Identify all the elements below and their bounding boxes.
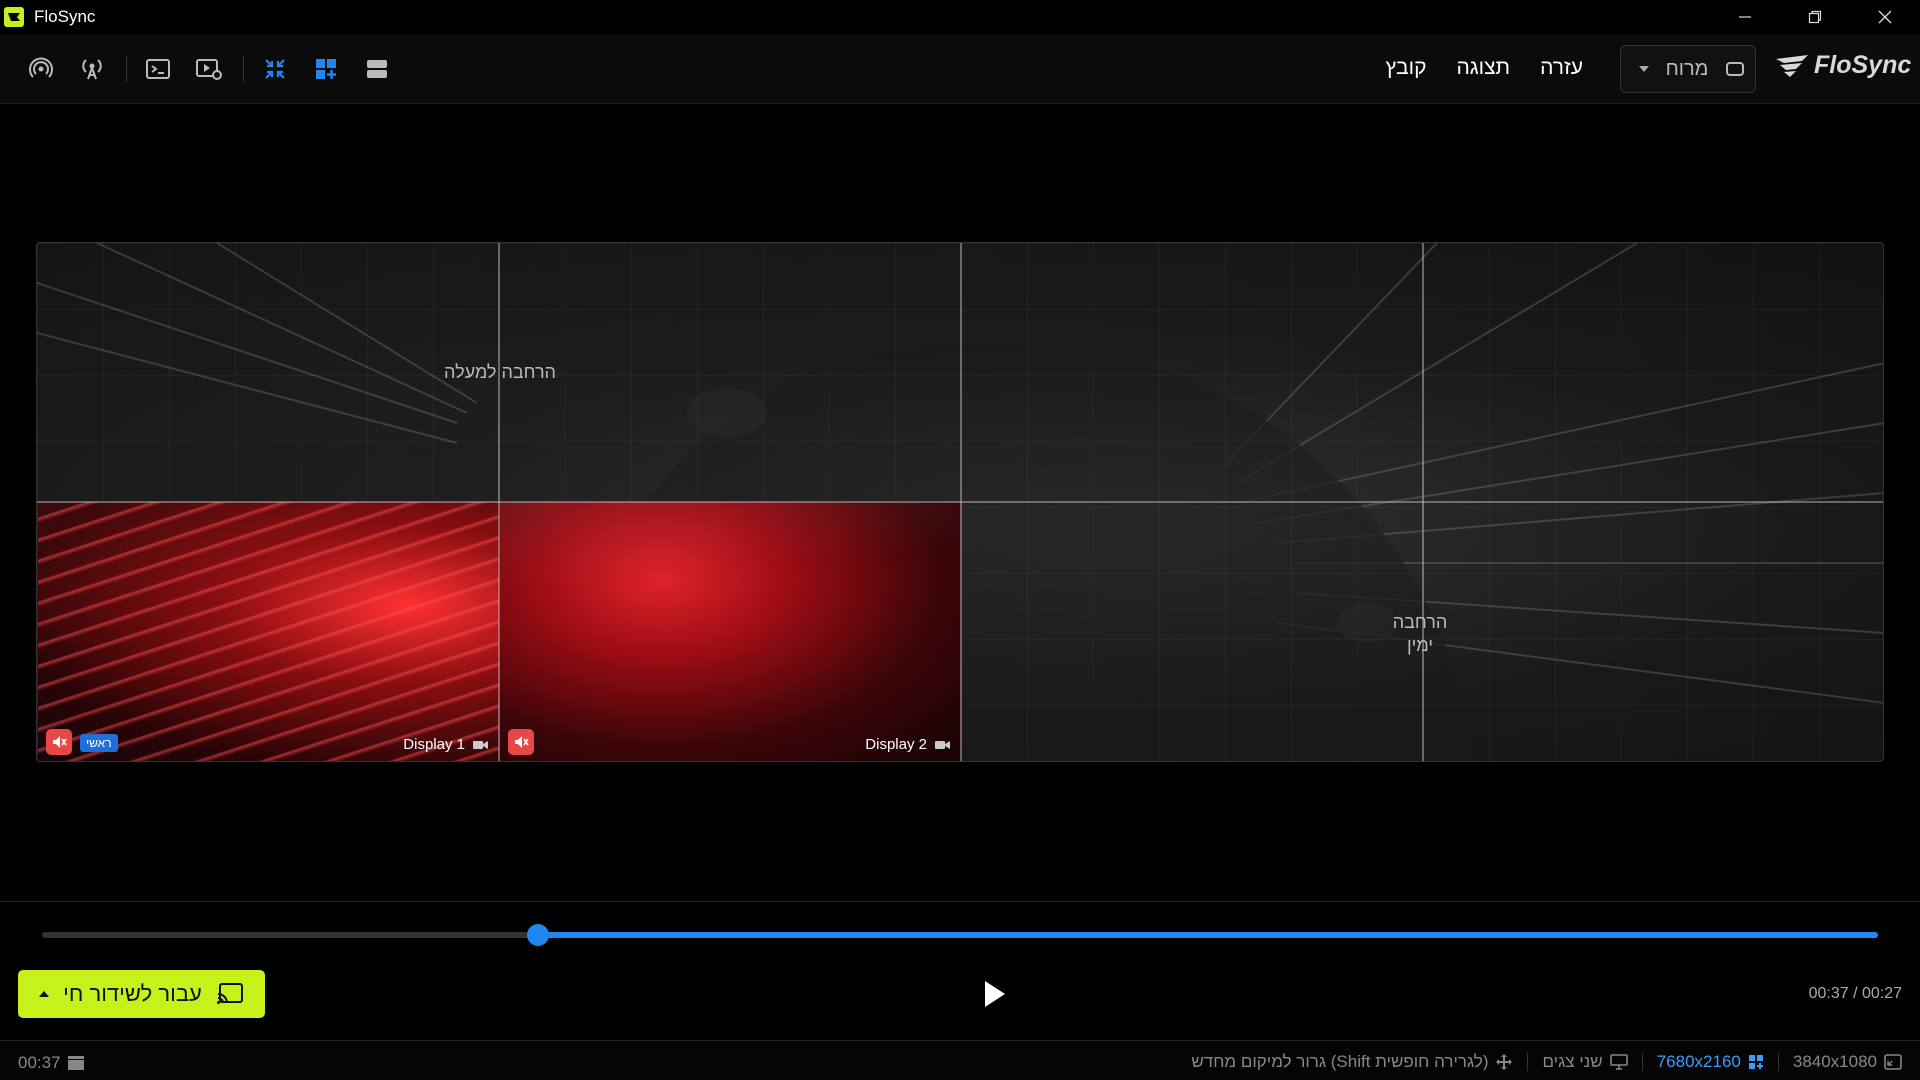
divider xyxy=(1641,1053,1643,1071)
grid-add-icon[interactable] xyxy=(305,48,347,90)
muted-icon[interactable] xyxy=(46,729,72,755)
menu-bar: קובץ תצוגה עזרה xyxy=(1385,56,1583,80)
main-toolbar: קובץ תצוגה עזרה מרוח FloSync xyxy=(0,34,1920,104)
menu-help[interactable]: עזרה xyxy=(1540,56,1583,80)
status-bar: 00:37 גרור למיקום מחדש (Shift לגרירה חופ… xyxy=(0,1040,1920,1080)
mode-select-value: מרוח xyxy=(1665,57,1709,80)
time-display: 00:37 / 00:27 xyxy=(1808,985,1902,1002)
move-icon xyxy=(1496,1054,1513,1070)
chevron-up-icon[interactable] xyxy=(39,991,50,997)
play-button[interactable] xyxy=(978,978,1010,1010)
mode-select[interactable]: מרוח xyxy=(1620,45,1756,93)
toolbar-divider xyxy=(243,56,244,82)
canvas-resolution-text: 7680x2160 xyxy=(1656,1052,1741,1071)
drag-hint-text: גרור למיקום מחדש (Shift לגרירה חופשית) xyxy=(1191,1052,1489,1071)
close-button[interactable] xyxy=(1850,0,1920,34)
seek-bar-fill xyxy=(537,932,1878,938)
display-resolution: 3840x1080 xyxy=(1793,1052,1902,1072)
window-title: FloSync xyxy=(34,7,96,26)
seek-bar[interactable] xyxy=(42,924,1878,946)
video-settings-icon[interactable] xyxy=(188,48,230,90)
window-controls xyxy=(1710,0,1920,34)
menu-file[interactable]: קובץ xyxy=(1385,56,1426,80)
display-label: Display 1 xyxy=(403,736,489,753)
brand-name: FloSync xyxy=(1814,51,1912,79)
divider xyxy=(0,901,1920,902)
flosync-logo-icon xyxy=(1776,54,1808,77)
chevron-down-icon xyxy=(1639,66,1649,72)
aspect-ratio-icon xyxy=(1884,1054,1902,1070)
restore-icon xyxy=(1808,10,1822,24)
primary-badge: ראשי xyxy=(80,734,118,752)
minimize-icon xyxy=(1739,16,1751,18)
title-bar: FloSync xyxy=(0,0,1920,34)
video-wall-canvas[interactable]: ראשי Display 1 Display 2 הרחבה למעלה הרח… xyxy=(36,242,1884,762)
display-resolution-text: 3840x1080 xyxy=(1792,1052,1877,1071)
brand-logo: FloSync xyxy=(1774,51,1911,80)
divider xyxy=(1777,1053,1779,1071)
seek-bar-handle[interactable] xyxy=(526,924,549,946)
app-logo-icon xyxy=(4,7,24,27)
compress-icon[interactable] xyxy=(254,48,296,90)
display-name: Display 2 xyxy=(865,736,927,753)
antenna-icon[interactable] xyxy=(71,48,113,90)
display-tile[interactable]: Display 2 xyxy=(500,502,961,761)
monitor-icon xyxy=(1609,1054,1628,1070)
minimize-button[interactable] xyxy=(1710,0,1780,34)
expand-up-label[interactable]: הרחבה למעלה xyxy=(437,361,563,384)
broadcast-icon[interactable] xyxy=(20,48,62,90)
menu-view[interactable]: תצוגה xyxy=(1456,56,1510,80)
duration-indicator: 00:37 xyxy=(18,1053,85,1073)
terminal-icon[interactable] xyxy=(137,48,179,90)
clapperboard-icon xyxy=(67,1056,84,1070)
canvas-resolution: 7680x2160 xyxy=(1657,1052,1764,1072)
go-live-label: עבור לשידור חי xyxy=(63,981,202,1006)
duration-text: 00:37 xyxy=(18,1053,61,1072)
grid-icon xyxy=(1748,1055,1763,1069)
play-icon xyxy=(985,981,1005,1007)
close-icon xyxy=(1878,10,1892,24)
expand-right-label[interactable]: הרחבה ימין xyxy=(1380,611,1460,658)
display-tile[interactable]: ראשי Display 1 xyxy=(38,502,499,761)
screens-text: שני צגים xyxy=(1542,1052,1603,1071)
cast-icon xyxy=(216,983,243,1004)
screens-indicator: שני צגים xyxy=(1542,1052,1628,1072)
camera-icon xyxy=(935,740,950,749)
display-name: Display 1 xyxy=(403,736,465,753)
camera-icon xyxy=(473,740,488,749)
muted-icon[interactable] xyxy=(508,729,534,755)
rows-icon[interactable] xyxy=(356,48,398,90)
restore-button[interactable] xyxy=(1780,0,1850,34)
display-label: Display 2 xyxy=(865,736,951,753)
grid-line xyxy=(37,501,1883,503)
screen-outline-icon xyxy=(1725,62,1744,76)
go-live-button[interactable]: עבור לשידור חי xyxy=(18,970,265,1018)
divider xyxy=(1527,1053,1529,1071)
drag-hint: גרור למיקום מחדש (Shift לגרירה חופשית) xyxy=(1191,1052,1513,1072)
toolbar-divider xyxy=(126,56,127,82)
